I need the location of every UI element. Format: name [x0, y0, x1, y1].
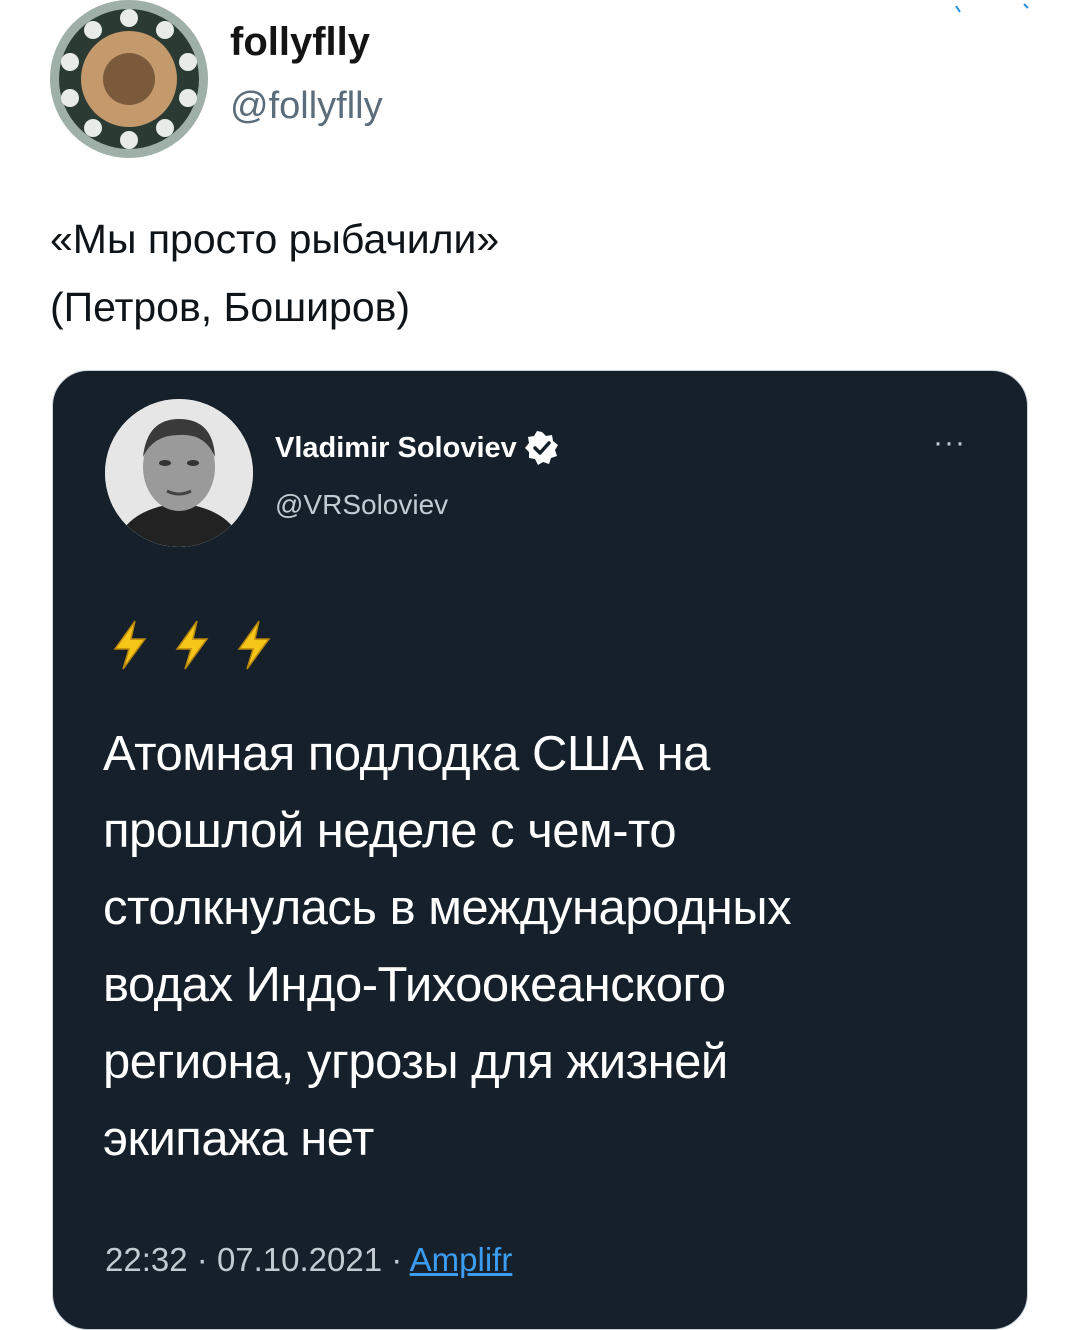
source-link[interactable]: Amplifr [410, 1241, 513, 1278]
meta-separator: · [391, 1241, 403, 1278]
outer-avatar[interactable] [50, 0, 208, 158]
tweet-text-line: экипажа нет [103, 1112, 374, 1166]
inner-display-name[interactable]: Vladimir Soloviev [275, 432, 517, 465]
tweet-text-line: столкнулась в международных [103, 881, 792, 935]
corner-marks [955, 3, 1029, 13]
meta-separator: · [196, 1241, 208, 1278]
tweet-time[interactable]: 22:32 [105, 1241, 188, 1278]
quoted-tweet-card[interactable]: Vladimir Soloviev @VRSoloviev ··· Атомна… [52, 370, 1028, 1330]
tweet-text-line: прошлой неделе с чем-то [103, 804, 677, 858]
tweet-text-line: водах Индо-Тихоокеанского [103, 958, 726, 1012]
outer-handle[interactable]: @follyflly [230, 85, 383, 128]
inner-name-row: Vladimir Soloviev [275, 431, 559, 465]
outer-text-line: (Петров, Боширов) [50, 284, 411, 330]
lightning-icon [175, 620, 209, 670]
tweet-text-line: региона, угрозы для жизней [103, 1035, 728, 1089]
inner-avatar[interactable] [105, 399, 253, 547]
outer-display-name[interactable]: follyflly [230, 20, 370, 65]
tweet-text-line: Атомная подлодка США на [103, 727, 710, 781]
quoted-tweet-text: Атомная подлодка США на прошлой неделе с… [103, 716, 983, 1178]
lightning-icon [237, 620, 271, 670]
lightning-icon [113, 620, 147, 670]
inner-handle[interactable]: @VRSoloviev [275, 489, 448, 521]
verified-badge-icon [524, 431, 559, 465]
outer-text-line: «Мы просто рыбачили» [50, 216, 500, 262]
tweet-date[interactable]: 07.10.2021 [217, 1241, 382, 1278]
emoji-row [105, 619, 279, 671]
tweet-meta: 22:32 · 07.10.2021 · Amplifr [105, 1241, 512, 1279]
outer-tweet-text: «Мы просто рыбачили» (Петров, Боширов) [50, 205, 1030, 341]
more-options-icon[interactable]: ··· [933, 428, 966, 458]
